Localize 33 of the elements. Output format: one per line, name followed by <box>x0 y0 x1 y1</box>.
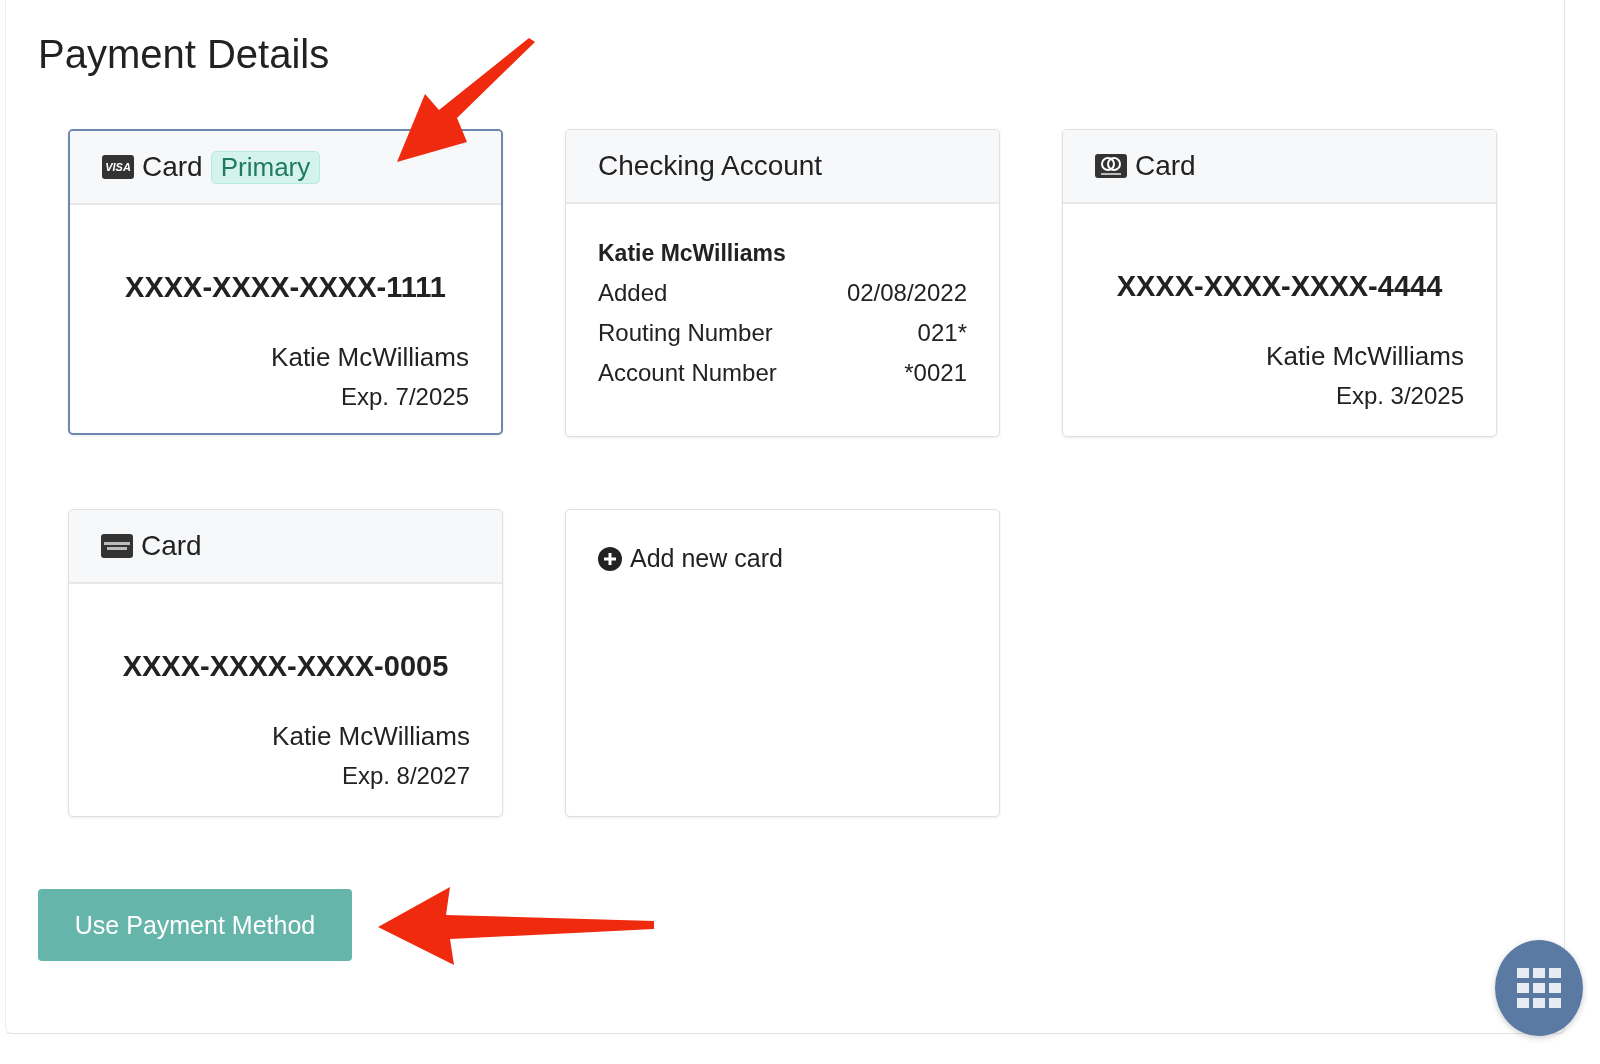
page-title: Payment Details <box>38 32 331 77</box>
card-expiry: Exp. 7/2025 <box>339 383 469 411</box>
payment-method-card[interactable]: Card XXXX-XXXX-XXXX-4444 Katie McWilliams Exp. 3/2025 <box>1062 129 1497 437</box>
card-holder: Katie McWilliams <box>271 721 470 752</box>
grid-icon <box>1517 968 1561 1008</box>
payment-method-card[interactable]: VISA Card Primary XXXX-XXXX-XXXX-1111 Katie McWilliams Exp. 7/2025 <box>68 129 503 435</box>
card-expiry: Exp. 8/2027 <box>340 762 470 790</box>
card-holder: Katie McWilliams <box>1265 341 1464 372</box>
card-logo-icon <box>101 534 133 558</box>
card-title: Card <box>142 151 203 183</box>
card-title: Card <box>1135 150 1196 182</box>
detail-label: Routing Number <box>598 319 773 347</box>
detail-value: 02/08/2022 <box>846 279 967 307</box>
payment-method-card[interactable]: Checking Account Katie McWilliams Added 02/08/2022 Routing Number 021* Account Number *0021 <box>565 129 1000 437</box>
card-title: Checking Account <box>598 150 823 182</box>
payment-method-card[interactable]: Card XXXX-XXXX-XXXX-0005 Katie McWilliams Exp. 8/2027 <box>68 509 503 817</box>
add-new-card-link[interactable]: Add new card <box>598 544 967 573</box>
detail-value: *0021 <box>904 359 967 387</box>
apps-grid-button[interactable] <box>1495 940 1583 1036</box>
account-holder: Katie McWilliams <box>598 240 787 267</box>
card-number: XXXX-XXXX-XXXX-0005 <box>121 650 450 683</box>
card-number: XXXX-XXXX-XXXX-4444 <box>1115 270 1444 303</box>
card-title: Card <box>141 530 202 562</box>
card-expiry: Exp. 3/2025 <box>1334 382 1464 410</box>
detail-value: 021* <box>917 319 967 347</box>
card-number: XXXX-XXXX-XXXX-1111 <box>124 271 447 304</box>
detail-label: Account Number <box>598 359 777 387</box>
plus-circle-icon <box>598 546 622 571</box>
card-logo-icon <box>1095 154 1127 178</box>
detail-label: Added <box>598 279 668 307</box>
card-holder: Katie McWilliams <box>270 342 469 373</box>
primary-badge: Primary <box>210 150 321 184</box>
card-logo-icon: VISA <box>102 155 134 179</box>
